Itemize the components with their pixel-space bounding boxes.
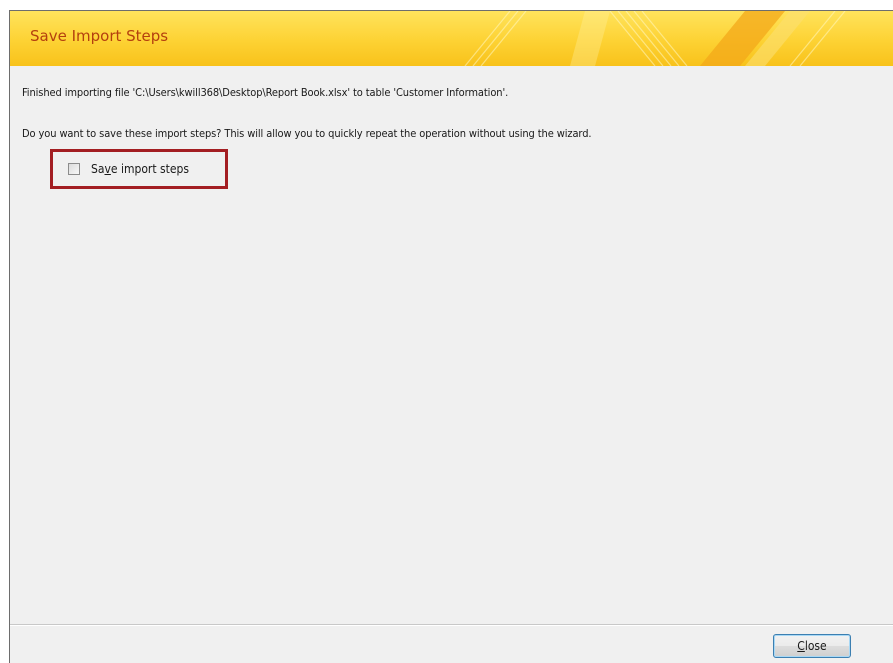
close-button[interactable]: Close [773,634,851,658]
label-part-2: e import steps [110,162,189,176]
dialog-header: Save Import Steps [10,11,893,66]
save-import-steps-checkbox[interactable] [68,163,80,175]
save-steps-question: Do you want to save these import steps? … [22,127,592,140]
import-finished-message: Finished importing file 'C:\Users\kwill3… [22,86,509,99]
save-import-steps-dialog: Save Import Steps Finished importing fil… [9,10,893,663]
footer-separator-highlight [10,625,893,626]
close-label-rest: lose [804,639,827,653]
label-part-1: Sa [91,162,105,176]
highlight-box: Save import steps [50,149,228,189]
close-mnemonic: C [797,639,805,653]
dialog-title: Save Import Steps [30,27,169,45]
save-import-steps-label[interactable]: Save import steps [91,162,189,176]
